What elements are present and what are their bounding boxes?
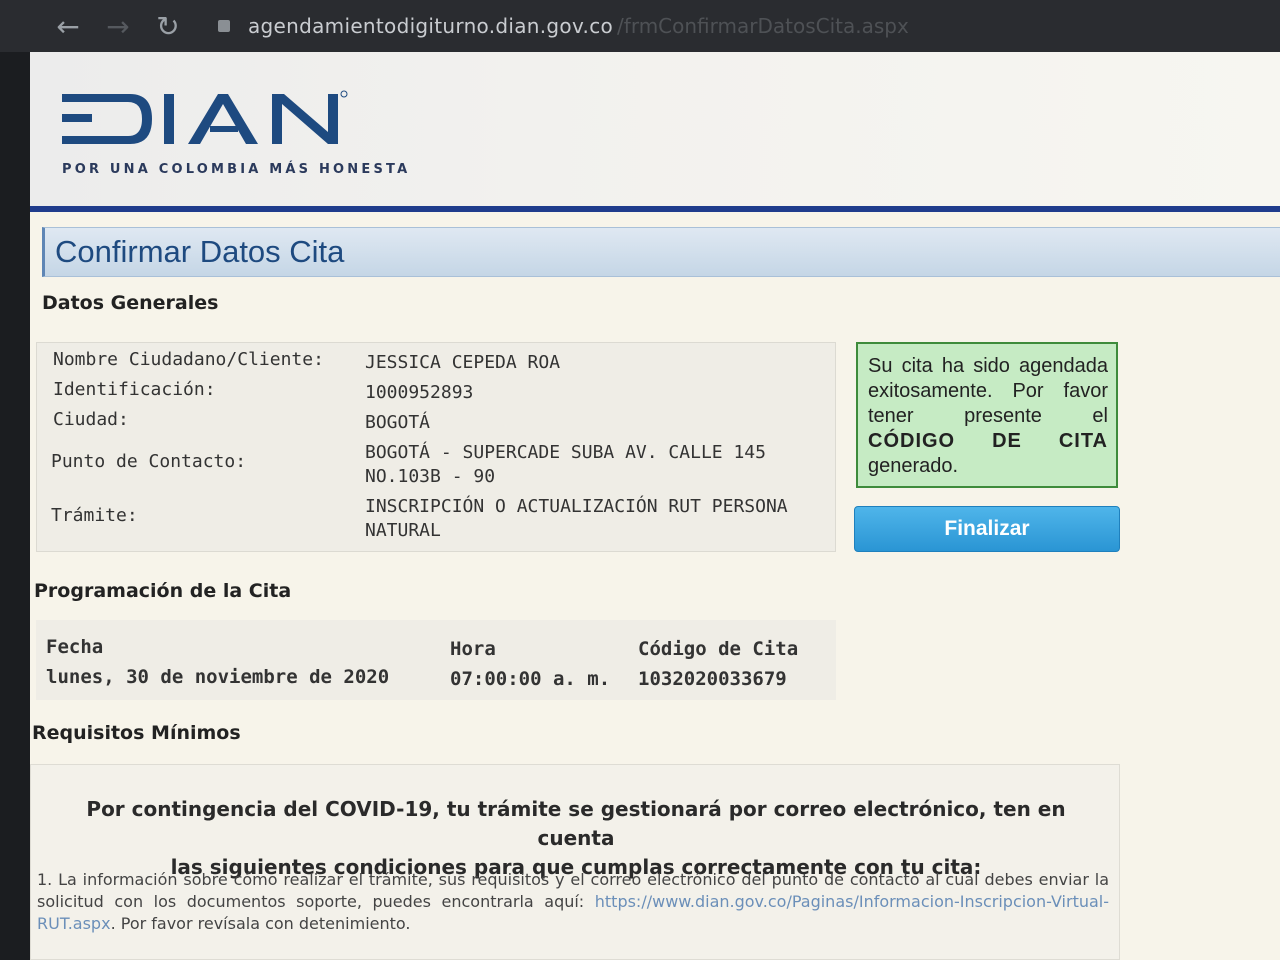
address-bar-url[interactable]: agendamientodigiturno.dian.gov.co	[248, 14, 613, 38]
logo-tagline: POR UNA COLOMBIA MÁS HONESTA	[62, 162, 411, 177]
browser-toolbar: ← → ↻ agendamientodigiturno.dian.gov.co …	[0, 0, 1280, 52]
requirements-panel: Por contingencia del COVID-19, tu trámit…	[30, 764, 1120, 960]
notice-text-end: generado.	[868, 455, 959, 477]
dian-logo	[62, 90, 348, 144]
city-value: BOGOTÁ	[365, 412, 431, 433]
requirement-item-1: 1. La información sobre cómo realizar el…	[37, 869, 1109, 935]
date-value: lunes, 30 de noviembre de 2020	[46, 666, 390, 688]
contact-point-value: BOGOTÁ - SUPERCADE SUBA AV. CALLE 145 NO…	[365, 442, 766, 487]
citizen-name-label: Nombre Ciudadano/Cliente:	[53, 349, 324, 370]
site-header: POR UNA COLOMBIA MÁS HONESTA	[30, 52, 1280, 206]
back-arrow-icon[interactable]: ←	[50, 8, 86, 44]
time-value: 07:00:00 a. m.	[450, 668, 611, 690]
city-label: Ciudad:	[53, 409, 129, 430]
requirements-heading: Requisitos Mínimos	[32, 722, 241, 744]
date-label: Fecha	[46, 636, 104, 658]
identification-value: 1000952893	[365, 382, 474, 403]
header-divider	[30, 206, 1280, 212]
page-title: Confirmar Datos Cita	[55, 234, 345, 269]
time-label: Hora	[450, 638, 496, 660]
covid-notice-line1: Por contingencia del COVID-19, tu trámit…	[86, 797, 1066, 850]
appointment-code-value: 1032020033679	[638, 668, 787, 690]
notice-text: Su cita ha sido agendada exitosamente. P…	[868, 355, 1108, 427]
procedure-value: INSCRIPCIÓN O ACTUALIZACIÓN RUT PERSONA …	[365, 496, 788, 541]
page-title-band: Confirmar Datos Cita	[42, 227, 1280, 277]
finalize-button[interactable]: Finalizar	[854, 506, 1120, 552]
schedule-heading: Programación de la Cita	[34, 580, 292, 602]
notice-code-emphasis: CÓDIGO DE CITA	[868, 430, 1108, 452]
general-data-panel: Nombre Ciudadano/Cliente: JESSICA CEPEDA…	[36, 342, 836, 552]
appointment-code-label: Código de Cita	[638, 638, 799, 660]
page-content: POR UNA COLOMBIA MÁS HONESTA Confirmar D…	[30, 52, 1280, 960]
site-info-icon[interactable]	[218, 20, 230, 32]
requirement-item-1-end: . Por favor revísala con detenimiento.	[110, 914, 411, 933]
contact-point-label: Punto de Contacto:	[51, 451, 247, 472]
schedule-panel: Fecha lunes, 30 de noviembre de 2020 Hor…	[36, 620, 836, 700]
general-data-heading: Datos Generales	[42, 292, 219, 314]
forward-arrow-icon[interactable]: →	[100, 8, 136, 44]
citizen-name-value: JESSICA CEPEDA ROA	[365, 352, 561, 373]
address-bar-path[interactable]: /frmConfirmarDatosCita.aspx	[617, 14, 909, 38]
procedure-label: Trámite:	[51, 505, 138, 526]
identification-label: Identificación:	[53, 379, 216, 400]
reload-icon[interactable]: ↻	[150, 8, 186, 44]
success-notice: Su cita ha sido agendada exitosamente. P…	[856, 342, 1118, 488]
